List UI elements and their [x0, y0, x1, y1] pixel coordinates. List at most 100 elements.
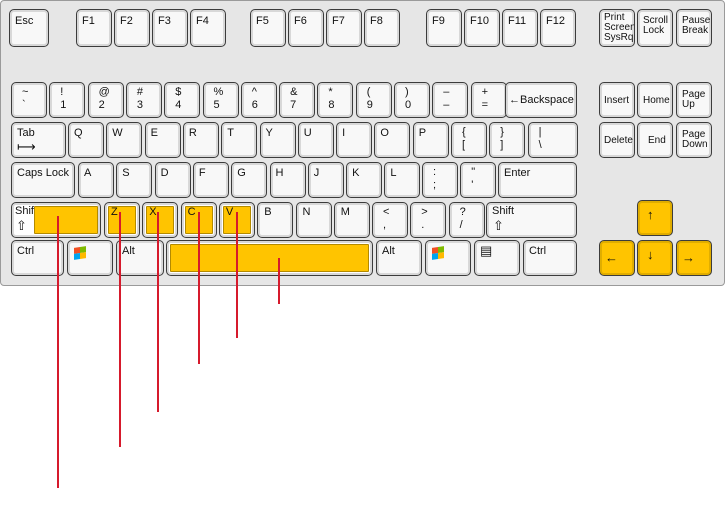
- key-esc[interactable]: Esc: [9, 9, 49, 47]
- key-label: J: [313, 167, 320, 179]
- key-l[interactable]: L: [384, 162, 421, 198]
- key-number-row[interactable]: ^ 6: [240, 82, 277, 118]
- key-b[interactable]: B: [257, 202, 294, 238]
- key-punctuation[interactable]: :;: [422, 162, 458, 198]
- key-f9[interactable]: F9: [426, 9, 462, 47]
- key-number-row[interactable]: #3: [125, 82, 162, 118]
- key-bracket[interactable]: | \: [527, 122, 578, 158]
- key-right-alt[interactable]: Alt: [376, 240, 422, 276]
- key-number-row[interactable]: & 7: [279, 82, 316, 118]
- key-label: /: [459, 219, 463, 231]
- key-menu[interactable]: ▤: [474, 240, 520, 276]
- key-number-row[interactable]: ) 0: [394, 82, 430, 118]
- key-punctuation[interactable]: " ': [460, 162, 497, 198]
- key-number-row[interactable]: + =: [470, 82, 507, 118]
- key-right-windows[interactable]: [425, 240, 471, 276]
- key-number-row[interactable]: % 5: [202, 82, 239, 118]
- key-label: E: [150, 127, 158, 139]
- key-number-row[interactable]: – –: [432, 82, 469, 118]
- key-number-row[interactable]: ~ `: [11, 82, 47, 118]
- key-f8[interactable]: F8: [364, 9, 400, 47]
- key-number-row[interactable]: $4: [164, 82, 201, 118]
- key-label: 3: [136, 99, 144, 111]
- key-scroll-lock[interactable]: Scroll Lock: [637, 9, 673, 47]
- key-label: #: [136, 86, 144, 98]
- key-f3[interactable]: F3: [152, 9, 188, 47]
- key-bracket[interactable]: }]: [489, 122, 526, 158]
- key-left-windows[interactable]: [67, 240, 113, 276]
- key-f5[interactable]: F5: [250, 9, 286, 47]
- key-delete[interactable]: Delete: [599, 122, 635, 158]
- key-y[interactable]: Y: [259, 122, 296, 158]
- key-number-row[interactable]: @2: [87, 82, 124, 118]
- key-label: Delete: [604, 135, 633, 146]
- key-left-shift[interactable]: Shift ⇧: [11, 202, 101, 238]
- key-right-ctrl[interactable]: Ctrl: [523, 240, 577, 276]
- key-d[interactable]: D: [154, 162, 191, 198]
- key-label: A: [84, 167, 92, 179]
- key-label: Ctrl: [17, 245, 35, 257]
- key-arrow-down[interactable]: ↓: [637, 240, 673, 276]
- key-f[interactable]: F: [192, 162, 229, 198]
- key-page-up[interactable]: Page Up: [676, 82, 712, 118]
- key-page-down[interactable]: Page Down: [676, 122, 712, 158]
- key-number-row[interactable]: ! 1: [49, 82, 86, 118]
- key-f2[interactable]: F2: [114, 9, 150, 47]
- key-label: ]: [500, 139, 504, 151]
- key-a[interactable]: A: [78, 162, 114, 198]
- key-right-shift[interactable]: Shift ⇧: [486, 202, 577, 238]
- key-x[interactable]: X: [142, 202, 179, 238]
- key-backspace[interactable]: ←Backspace: [505, 82, 577, 118]
- key-k[interactable]: K: [346, 162, 383, 198]
- key-caps-lock[interactable]: Caps Lock: [11, 162, 75, 198]
- key-pause-break[interactable]: Pause Break: [676, 9, 712, 47]
- key-f7[interactable]: F7: [326, 9, 362, 47]
- key-f1[interactable]: F1: [76, 9, 112, 47]
- windows-logo-icon: [432, 246, 444, 260]
- key-bracket[interactable]: {[: [451, 122, 487, 158]
- key-p[interactable]: P: [412, 122, 449, 158]
- key-tab[interactable]: Tab ⟼: [11, 122, 66, 158]
- key-label: F9: [432, 15, 445, 27]
- key-o[interactable]: O: [374, 122, 411, 158]
- key-end[interactable]: End: [637, 122, 673, 158]
- key-s[interactable]: S: [116, 162, 153, 198]
- key-w[interactable]: W: [106, 122, 143, 158]
- key-f6[interactable]: F6: [288, 9, 324, 47]
- key-label: F7: [332, 15, 345, 27]
- key-e[interactable]: E: [144, 122, 181, 158]
- key-f10[interactable]: F10: [464, 9, 500, 47]
- key-f12[interactable]: F12: [540, 9, 576, 47]
- key-q[interactable]: Q: [68, 122, 104, 158]
- key-label: Z: [111, 206, 118, 218]
- key-f4[interactable]: F4: [190, 9, 226, 47]
- key-punctuation[interactable]: <,: [372, 202, 408, 238]
- key-r[interactable]: R: [182, 122, 219, 158]
- key-label: H: [275, 167, 284, 179]
- key-arrow-up[interactable]: ↑: [637, 200, 673, 236]
- key-m[interactable]: M: [333, 202, 370, 238]
- key-h[interactable]: H: [269, 162, 306, 198]
- key-i[interactable]: I: [336, 122, 373, 158]
- key-print-screen[interactable]: Print Screen SysRq: [599, 9, 635, 47]
- key-f11[interactable]: F11: [502, 9, 538, 47]
- key-number-row[interactable]: (9: [355, 82, 392, 118]
- key-label: Pause Break: [682, 15, 711, 36]
- key-label: {: [462, 126, 466, 138]
- key-u[interactable]: U: [297, 122, 334, 158]
- key-n[interactable]: N: [295, 202, 332, 238]
- key-label: P: [418, 127, 427, 139]
- key-punctuation[interactable]: ? /: [448, 202, 485, 238]
- key-z[interactable]: Z: [104, 202, 140, 238]
- key-j[interactable]: J: [307, 162, 344, 198]
- key-home[interactable]: Home: [637, 82, 673, 118]
- key-label: R: [188, 127, 197, 139]
- key-arrow-right[interactable]: →: [676, 240, 712, 276]
- key-number-row[interactable]: * 8: [317, 82, 354, 118]
- key-g[interactable]: G: [231, 162, 268, 198]
- key-arrow-left[interactable]: ←: [599, 240, 635, 276]
- key-punctuation[interactable]: >.: [410, 202, 447, 238]
- key-enter[interactable]: Enter: [498, 162, 577, 198]
- key-insert[interactable]: Insert: [599, 82, 635, 118]
- key-t[interactable]: T: [221, 122, 258, 158]
